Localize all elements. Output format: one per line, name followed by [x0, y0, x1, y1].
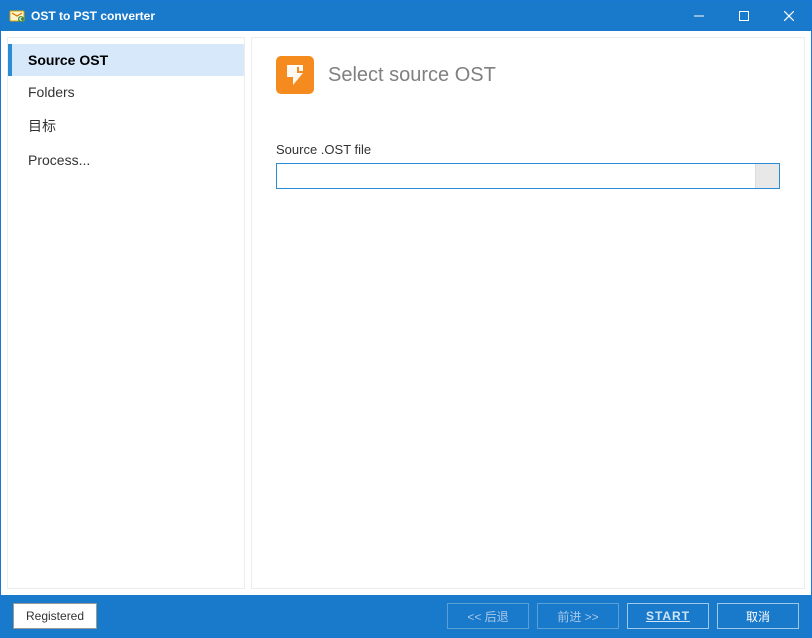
source-file-input[interactable] [277, 164, 755, 188]
minimize-button[interactable] [676, 1, 721, 31]
start-button[interactable]: START [627, 603, 709, 629]
source-file-label: Source .OST file [276, 142, 780, 157]
exchange-icon [276, 56, 314, 94]
sidebar-item-label: Source OST [28, 52, 108, 68]
app-icon-small [9, 8, 25, 24]
content-panel: Select source OST Source .OST file [251, 37, 805, 589]
sidebar: Source OST Folders 目标 Process... [7, 37, 245, 589]
cancel-button[interactable]: 取消 [717, 603, 799, 629]
sidebar-item-target[interactable]: 目标 [8, 108, 244, 144]
sidebar-item-source-ost[interactable]: Source OST [8, 44, 244, 76]
titlebar: OST to PST converter [1, 1, 811, 31]
back-button[interactable]: << 后退 [447, 603, 529, 629]
sidebar-item-label: Process... [28, 152, 90, 168]
content-header: Select source OST [276, 56, 780, 94]
close-button[interactable] [766, 1, 811, 31]
source-file-row [276, 163, 780, 189]
main-area: Source OST Folders 目标 Process... Select … [1, 31, 811, 595]
window-title: OST to PST converter [31, 9, 155, 23]
sidebar-item-label: Folders [28, 84, 75, 100]
sidebar-item-process[interactable]: Process... [8, 144, 244, 176]
maximize-button[interactable] [721, 1, 766, 31]
forward-button[interactable]: 前进 >> [537, 603, 619, 629]
sidebar-item-label: 目标 [28, 118, 56, 134]
registered-button[interactable]: Registered [13, 603, 97, 629]
footer: Registered << 后退 前进 >> START 取消 [1, 595, 811, 637]
page-title: Select source OST [328, 64, 496, 87]
browse-button[interactable] [755, 164, 779, 188]
sidebar-item-folders[interactable]: Folders [8, 76, 244, 108]
